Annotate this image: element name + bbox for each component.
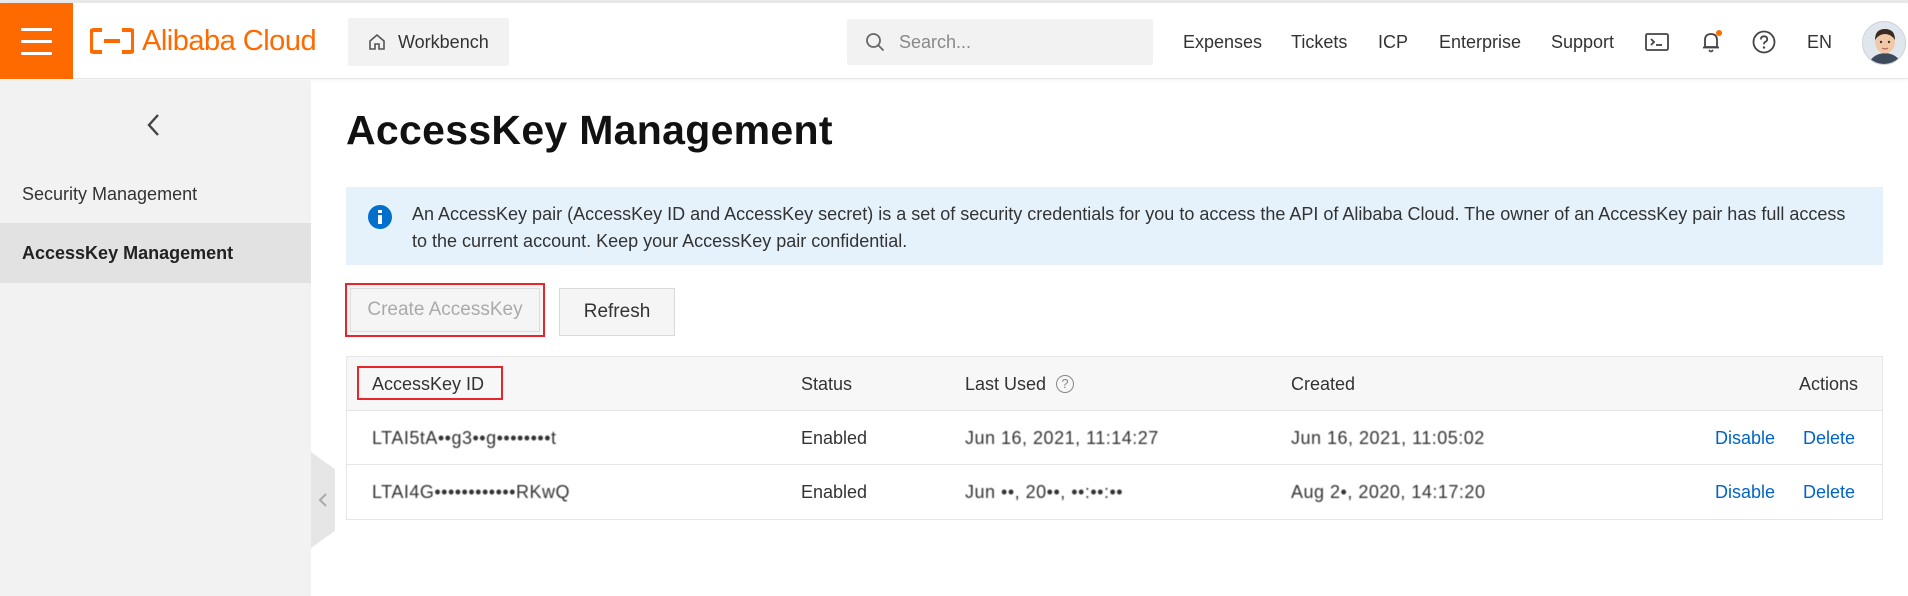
accesskey-id: LTAI5tA••g3••g••••••••t — [372, 427, 557, 448]
search-box[interactable] — [847, 19, 1153, 65]
table-row: LTAI5tA••g3••g••••••••t Enabled Jun 16, … — [347, 411, 1882, 465]
sidebar-item-accesskey-management[interactable]: AccessKey Management — [0, 223, 311, 283]
bell-icon[interactable] — [1697, 28, 1725, 56]
info-icon — [368, 205, 392, 229]
last-used: Jun 16, 2021, 11:14:27 — [965, 427, 1159, 448]
alibaba-cloud-logo[interactable]: Alibaba Cloud — [90, 23, 317, 59]
column-header-actions: Actions — [1799, 373, 1859, 394]
workbench-label: Workbench — [398, 31, 489, 52]
notice-text: An AccessKey pair (AccessKey ID and Acce… — [412, 204, 1846, 251]
search-icon — [866, 33, 885, 52]
notification-dot — [1716, 30, 1722, 36]
collapse-sidebar-icon[interactable] — [143, 110, 165, 145]
sidebar-item-label: AccessKey Management — [22, 242, 234, 263]
terminal-icon[interactable] — [1643, 28, 1671, 56]
column-header-last-used-label: Last Used — [965, 373, 1047, 394]
refresh-button[interactable]: Refresh — [559, 288, 675, 336]
nav-expenses[interactable]: Expenses — [1183, 32, 1262, 53]
table-header: AccessKey ID Status Last Used ? Created … — [347, 357, 1882, 411]
page-title: AccessKey Management — [346, 107, 833, 153]
accesskey-table: AccessKey ID Status Last Used ? Created … — [346, 356, 1883, 520]
brand-name: Alibaba Cloud — [142, 24, 317, 57]
info-notice: An AccessKey pair (AccessKey ID and Acce… — [346, 187, 1883, 265]
created: Aug 2•, 2020, 14:17:20 — [1291, 481, 1486, 502]
delete-link[interactable]: Delete — [1803, 411, 1855, 465]
home-icon — [369, 33, 385, 50]
menu-icon[interactable] — [0, 3, 73, 79]
sidebar-toggle-handle[interactable] — [311, 452, 335, 548]
create-accesskey-label: Create AccessKey — [367, 299, 523, 320]
nav-enterprise[interactable]: Enterprise — [1439, 32, 1521, 53]
sidebar: Security Management AccessKey Management — [0, 80, 311, 596]
workbench-button[interactable]: Workbench — [348, 18, 509, 66]
column-header-status: Status — [801, 373, 853, 394]
last-used: Jun ••, 20••, ••:••:•• — [965, 481, 1124, 502]
top-navigation-bar: Alibaba Cloud Workbench Expenses Tickets… — [0, 3, 1908, 79]
avatar[interactable] — [1862, 21, 1906, 65]
language-switch[interactable]: EN — [1807, 32, 1832, 53]
help-circle-icon[interactable] — [1750, 28, 1778, 56]
column-header-last-used: Last Used ? — [965, 357, 1075, 411]
column-header-created: Created — [1291, 373, 1356, 394]
status: Enabled — [801, 427, 868, 448]
disable-link[interactable]: Disable — [1715, 465, 1775, 519]
chevron-left-icon — [318, 493, 327, 507]
column-header-accesskey-id: AccessKey ID — [372, 373, 485, 394]
nav-icp[interactable]: ICP — [1378, 32, 1408, 53]
create-accesskey-button[interactable]: Create AccessKey — [345, 283, 545, 337]
help-icon[interactable]: ? — [1056, 375, 1075, 393]
created: Jun 16, 2021, 11:05:02 — [1291, 427, 1485, 448]
sidebar-item-label: Security Management — [22, 183, 198, 204]
accesskey-id: LTAI4G••••••••••••RKwQ — [372, 481, 570, 502]
sidebar-item-security-management[interactable]: Security Management — [0, 164, 311, 224]
search-input[interactable] — [899, 31, 1119, 53]
alibaba-bracket-icon — [90, 28, 134, 54]
table-row: LTAI4G••••••••••••RKwQ Enabled Jun ••, 2… — [347, 465, 1882, 519]
delete-link[interactable]: Delete — [1803, 465, 1855, 519]
nav-tickets[interactable]: Tickets — [1291, 32, 1347, 53]
disable-link[interactable]: Disable — [1715, 411, 1775, 465]
nav-support[interactable]: Support — [1551, 32, 1614, 53]
refresh-label: Refresh — [583, 301, 651, 322]
status: Enabled — [801, 481, 868, 502]
